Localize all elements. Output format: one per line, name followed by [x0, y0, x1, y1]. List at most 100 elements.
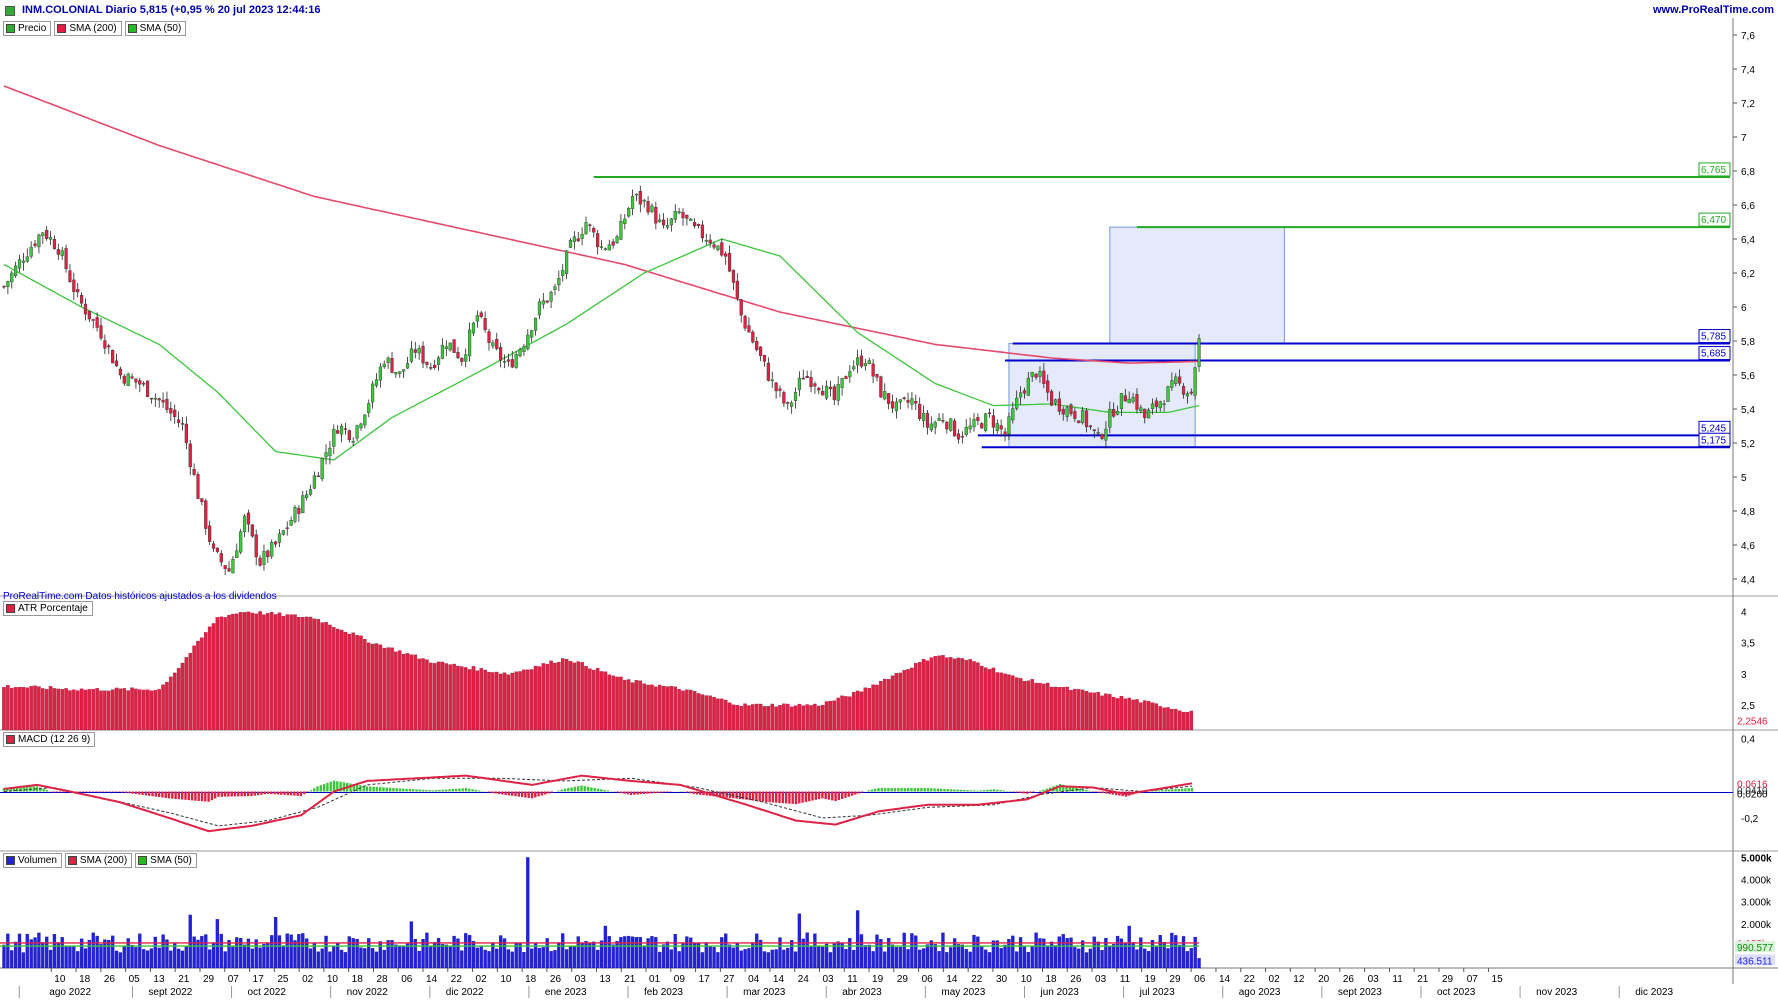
candle-body — [871, 363, 875, 377]
atr-bar — [1170, 709, 1174, 731]
legend-volume-sma200[interactable]: SMA (200) — [64, 853, 133, 868]
candle-body — [681, 212, 685, 219]
volume-bars-group — [2, 857, 1201, 969]
volume-bar — [37, 932, 41, 969]
volume-bar — [1181, 936, 1186, 969]
x-month-label: sept 2022 — [148, 987, 192, 998]
legend-sma200[interactable]: SMA (200) — [54, 21, 122, 36]
volume-bar — [677, 951, 681, 969]
candle-body — [514, 354, 518, 368]
legend-swatch — [6, 24, 15, 33]
candle-body — [1003, 431, 1007, 435]
volume-bar — [906, 949, 910, 969]
macd-histogram-bar — [692, 791, 695, 794]
x-month-label: jul 2023 — [1139, 987, 1175, 998]
legend-macd[interactable]: MACD (12 26 9) — [3, 732, 96, 747]
atr-bar — [518, 671, 522, 731]
volume-bar — [1135, 949, 1139, 969]
macd-histogram-bar — [200, 791, 204, 802]
price-tick-label: 4,6 — [1741, 541, 1755, 552]
volume-bar — [576, 936, 580, 969]
volume-bar — [52, 934, 57, 969]
atr-bar — [297, 617, 301, 731]
atr-bar — [987, 669, 992, 731]
candle-body — [689, 218, 693, 221]
atr-bar — [836, 697, 840, 731]
macd-histogram-bar — [817, 791, 821, 800]
volume-bar — [289, 934, 293, 969]
volume-bar — [708, 946, 712, 969]
candle-body — [142, 383, 146, 385]
atr-bar — [1185, 712, 1190, 731]
candle-body — [320, 457, 324, 480]
atr-bar — [514, 671, 518, 731]
volume-bar — [254, 939, 258, 969]
legend-volume-sma50[interactable]: SMA (50) — [135, 853, 197, 868]
candle-body — [669, 218, 673, 226]
candle-body — [584, 222, 588, 235]
macd-histogram-bar — [880, 788, 883, 792]
atr-bar — [1080, 689, 1085, 731]
candle-body — [312, 475, 316, 489]
atr-bar — [60, 689, 64, 731]
macd-histogram-bar — [181, 791, 184, 800]
legend-volume[interactable]: Volumen — [3, 853, 62, 868]
atr-bar — [281, 616, 286, 731]
candle-body — [883, 391, 887, 400]
atr-bar — [176, 668, 181, 731]
volume-bar — [281, 945, 286, 969]
site-link[interactable]: www.ProRealTime.com — [1653, 4, 1774, 16]
candle-body — [832, 386, 836, 401]
volume-bar — [921, 948, 926, 969]
volume-bar — [145, 950, 150, 969]
macd-histogram-bar — [755, 791, 758, 801]
macd-histogram-bar — [788, 791, 791, 804]
candle-body — [708, 239, 712, 244]
volume-bar — [786, 947, 790, 969]
candle-body — [227, 568, 231, 572]
volume-bar — [1026, 952, 1030, 969]
macd-histogram-bar — [1161, 790, 1164, 792]
legend-atr[interactable]: ATR Porcentaje — [3, 601, 93, 616]
candle-body — [949, 418, 953, 431]
candle-body — [409, 348, 413, 362]
volume-bar — [599, 940, 604, 969]
legend-price[interactable]: Precio — [3, 21, 52, 36]
macd-histogram-bar — [58, 791, 62, 793]
volume-bar — [6, 933, 10, 969]
legend-swatch — [6, 604, 15, 613]
volume-bar — [114, 950, 119, 969]
macd-histogram-bar — [144, 791, 148, 796]
candle-body — [239, 531, 243, 553]
macd-histogram-bar — [619, 791, 623, 794]
candle-body — [48, 237, 53, 240]
legend-swatch — [138, 856, 148, 865]
macd-histogram-bar — [1042, 789, 1045, 792]
volume-bar — [638, 937, 642, 969]
atr-bar — [452, 663, 456, 731]
macd-histogram-bar — [540, 791, 544, 796]
atr-bar — [541, 663, 546, 731]
x-day-label: 26 — [1070, 974, 1082, 985]
atr-bar — [568, 661, 573, 731]
volume-bar — [498, 935, 503, 969]
legend-sma50[interactable]: SMA (50) — [124, 21, 187, 36]
candle-body — [25, 256, 29, 262]
macd-histogram-bar — [177, 791, 181, 800]
volume-bar — [425, 932, 429, 969]
x-day-label: 15 — [1492, 974, 1504, 985]
price-level-label: 6,765 — [1701, 165, 1726, 176]
candle-body — [2, 285, 6, 288]
x-day-label: 26 — [104, 974, 116, 985]
macd-histogram-bar — [986, 789, 989, 792]
atr-bar — [727, 702, 732, 731]
atr-bar — [211, 623, 216, 731]
atr-bar — [25, 687, 30, 731]
candle-body — [1030, 371, 1034, 377]
candle-body — [1049, 391, 1054, 406]
macd-histogram-bar — [1019, 791, 1022, 793]
volume-bar — [324, 935, 328, 969]
macd-histogram-bar — [250, 791, 253, 797]
candle-body — [192, 469, 196, 475]
macd-histogram-bar — [930, 788, 933, 792]
